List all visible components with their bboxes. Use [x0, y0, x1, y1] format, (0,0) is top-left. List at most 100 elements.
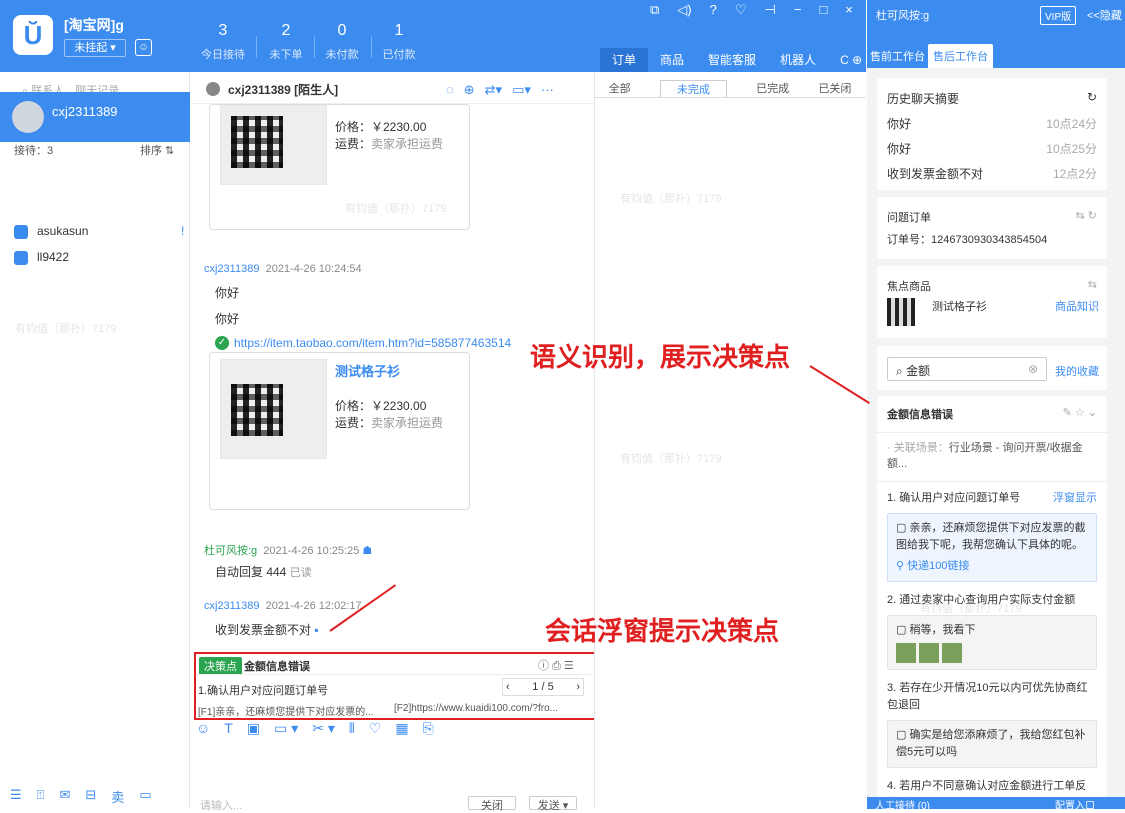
- copy-icon: ⎘: [422, 720, 434, 736]
- sound-icon[interactable]: ◁): [677, 2, 691, 18]
- history-card: 历史聊天摘要 ↻ 你好 10点24分 你好 10点25分 收到发票金额不对 12点2分: [877, 78, 1107, 190]
- upload-icon: ⍐: [36, 787, 45, 802]
- video-icon: ▭▾: [512, 82, 531, 97]
- chat-toolbar[interactable]: ◌ ⊕ ⇄▾ ▭▾ ···: [446, 82, 554, 98]
- switch-icon[interactable]: ⇆: [1088, 278, 1097, 294]
- more-icon: ···: [540, 82, 554, 97]
- chat-title: cxj2311389 [陌生人]: [228, 83, 339, 97]
- pin-icon[interactable]: ⊣: [765, 2, 776, 18]
- order-tab-closed[interactable]: 已关闭: [818, 80, 851, 97]
- product-image: [220, 359, 327, 459]
- left-bottom-toolbar[interactable]: ☰ ⍐ ✉ ⊟ 卖 ▭: [0, 787, 190, 809]
- scissors-icon: ✂ ▾: [312, 720, 335, 736]
- close-icon[interactable]: ×: [845, 2, 853, 18]
- tab-orders[interactable]: 订单: [600, 48, 649, 72]
- contact-icon: [14, 224, 28, 239]
- tab-ai-service[interactable]: 智能客服: [696, 48, 768, 72]
- contact-name: cxj2311389: [52, 104, 118, 119]
- product-card[interactable]: 测试格子衫 价格：￥2230.00 运费：卖家承担运费: [209, 352, 470, 510]
- tab-aftersale[interactable]: 售后工作台: [928, 44, 993, 68]
- emoji-icon: ☺: [196, 720, 211, 736]
- contact-item[interactable]: asukasun: [14, 224, 88, 239]
- decision-title: 金额信息错误: [244, 661, 310, 673]
- maximize-icon[interactable]: □: [819, 2, 827, 18]
- status-smile-icon[interactable]: ☺: [135, 39, 152, 56]
- product-link[interactable]: https://item.taobao.com/item.htm?id=5858…: [234, 336, 534, 350]
- float-tools-icon[interactable]: ⓘ ⎙ ☰: [538, 657, 574, 673]
- decision-float-window[interactable]: 决策点 金额信息错误 ⓘ ⎙ ☰ 1.确认用户对应问题订单号 ‹ 1 / 5 › […: [194, 652, 597, 720]
- decision-step: 1.确认用户对应问题订单号: [198, 685, 329, 697]
- message-text: 收到发票金额不对 ▪: [215, 623, 319, 637]
- stat-today[interactable]: 3 今日接待: [194, 22, 252, 62]
- message-meta: cxj2311389 2021-4-26 10:24:54: [204, 263, 362, 275]
- message-text: 你好: [215, 286, 240, 300]
- annotation-semantic: 语义识别，展示决策点: [530, 342, 791, 372]
- message-input[interactable]: 请输入...: [200, 797, 242, 813]
- reply-suggestion[interactable]: ▢ 确实是给您添麻烦了，我给您红包补偿5元可以吗: [887, 720, 1097, 768]
- avatar: [206, 82, 220, 96]
- order-tab-all[interactable]: 全部: [609, 80, 631, 97]
- order-panel: [594, 72, 866, 809]
- kuaidi-link[interactable]: ⚲ 快递100链接: [896, 558, 1088, 575]
- quick-reply-f1[interactable]: [F1]亲亲，还麻烦您提供下对应发票的...: [198, 703, 374, 718]
- window-icon: ▭: [139, 787, 152, 802]
- order-subtabs: 全部 未完成 已完成 已关闭: [594, 80, 866, 97]
- stat-unpaid[interactable]: 0 未付款: [313, 22, 371, 62]
- focus-product-card: 焦点商品 ⇆ 测试格子衫 商品知识: [877, 266, 1107, 338]
- doc-icon: ▢: [896, 624, 910, 636]
- tab-presale[interactable]: 售前工作台: [870, 48, 925, 64]
- stat-unordered[interactable]: 2 未下单: [257, 22, 315, 62]
- contact-item[interactable]: ll9422: [14, 250, 69, 265]
- right-title: 杜可风按:g: [876, 10, 930, 22]
- reply-suggestion[interactable]: ▢ 亲亲，还麻烦您提供下对应发票的截图给我下呢，我帮您确认下具体的呢。 ⚲ 快递1…: [887, 513, 1097, 582]
- favorite-icon: ♡: [368, 720, 382, 736]
- product-thumb: [887, 298, 915, 326]
- folder-icon: ▭ ▾: [274, 720, 299, 736]
- skin-icon[interactable]: ♡: [735, 2, 747, 18]
- receiving-count: 接待：3: [14, 145, 54, 157]
- window-controls[interactable]: ⧉ ◁) ? ♡ ⊣ − □ ×: [650, 2, 853, 18]
- pin-star-chevron-icon[interactable]: ✎ ☆ ⌄: [1063, 406, 1097, 422]
- reply-suggestion[interactable]: ▢ 稍等，我看下: [887, 615, 1097, 670]
- decision-badge: 决策点: [199, 657, 242, 675]
- tab-robot[interactable]: 机器人: [768, 48, 828, 72]
- add-user-icon: ⊕: [463, 82, 475, 97]
- status-dropdown[interactable]: 未挂起 ▾: [64, 39, 126, 57]
- product-knowledge-link[interactable]: 商品知识: [1055, 298, 1099, 314]
- knowledge-search-input[interactable]: ⌕ 金额 ⊗: [887, 357, 1047, 381]
- vip-badge[interactable]: VIP版: [1040, 6, 1077, 25]
- stat-paid[interactable]: 1 已付款: [370, 22, 428, 62]
- quick-reply-f2[interactable]: [F2]https://www.kuaidi100.com/?fro...: [394, 703, 558, 714]
- hide-button[interactable]: <<隐藏: [1087, 7, 1122, 23]
- right-bottom-bar: 人工接待 (0) 配置入口: [867, 797, 1125, 812]
- clear-icon: ⊗: [1027, 362, 1038, 376]
- minimize-icon[interactable]: −: [794, 2, 802, 18]
- sort-button[interactable]: 排序 ⇅: [140, 142, 174, 158]
- message-meta: 杜可风按:g 2021-4-26 10:25:25 ☗: [204, 545, 373, 557]
- font-icon: T: [224, 720, 233, 736]
- my-favorites-link[interactable]: 我的收藏: [1055, 363, 1099, 379]
- box-icon: ⊟: [85, 787, 97, 802]
- close-button[interactable]: 关闭: [468, 796, 516, 812]
- message-text: 你好: [215, 312, 240, 326]
- search-card: ⌕ 金额 ⊗ 我的收藏: [877, 346, 1107, 390]
- help-icon[interactable]: ?: [710, 2, 717, 18]
- prev-icon: ‹: [506, 681, 510, 693]
- doc-icon: ▢: [896, 729, 910, 741]
- switch-refresh-icon[interactable]: ⇆ ↻: [1076, 209, 1098, 225]
- main-tabs: 订单 商品 智能客服 机器人 C ⊕: [600, 48, 874, 72]
- layout-icon[interactable]: ⧉: [650, 2, 659, 18]
- order-tab-complete[interactable]: 已完成: [756, 80, 789, 97]
- send-button[interactable]: 发送 ▾: [529, 796, 577, 812]
- order-tab-incomplete[interactable]: 未完成: [659, 80, 727, 97]
- dots-icon: ▪: [314, 623, 319, 637]
- step-pager[interactable]: ‹ 1 / 5 ›: [502, 678, 584, 696]
- input-toolbar[interactable]: ☺ T ▣ ▭ ▾ ✂ ▾ ⫴ ♡ ▦ ⎘: [196, 720, 434, 737]
- tab-products[interactable]: 商品: [648, 48, 696, 72]
- problem-order-card: 问题订单 ⇆ ↻ 订单号：1246730930343854504: [877, 197, 1107, 259]
- robot-icon: ☗: [362, 545, 373, 557]
- avatar: [12, 101, 44, 133]
- refresh-icon[interactable]: ↻: [1087, 90, 1097, 107]
- mail-icon: ✉: [59, 787, 71, 802]
- sell-icon: 卖: [111, 790, 125, 805]
